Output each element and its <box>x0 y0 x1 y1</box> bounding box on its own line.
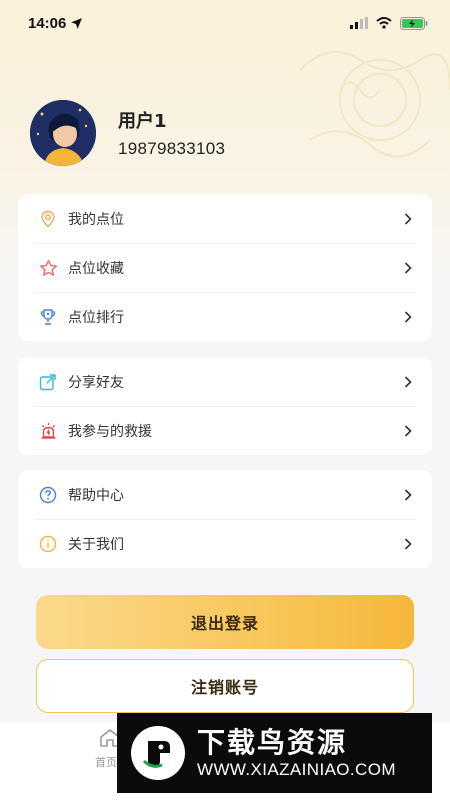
share-icon <box>38 372 58 392</box>
menu-item-my-points[interactable]: 我的点位 <box>18 194 432 243</box>
status-time-text: 14:06 <box>28 14 67 32</box>
chevron-right-icon <box>404 261 414 275</box>
watermark-logo-icon <box>131 726 185 780</box>
menu-item-label: 帮助中心 <box>68 487 124 504</box>
alarm-siren-icon <box>38 421 58 441</box>
user-phone: 19879833103 <box>118 139 226 158</box>
chevron-right-icon <box>404 212 414 226</box>
menu-item-point-favorites[interactable]: 点位收藏 <box>18 243 432 292</box>
tab-home-label: 首页 <box>95 756 117 769</box>
menu-item-help-center[interactable]: 帮助中心 <box>18 470 432 519</box>
avatar[interactable] <box>30 100 96 166</box>
star-icon <box>38 258 58 278</box>
cancel-account-button[interactable]: 注销账号 <box>36 659 414 713</box>
chevron-right-icon <box>404 537 414 551</box>
help-circle-icon <box>38 485 58 505</box>
menu-item-label: 点位收藏 <box>68 260 124 277</box>
watermark-url: WWW.XIAZAINIAO.COM <box>197 760 396 779</box>
menu-item-label: 关于我们 <box>68 536 124 553</box>
menu-item-label: 我的点位 <box>68 211 124 228</box>
chevron-right-icon <box>404 424 414 438</box>
menu-item-point-ranking[interactable]: 点位排行 <box>18 292 432 341</box>
menu-card-social: 分享好友 我参与的救援 <box>18 357 432 455</box>
status-time: 14:06 <box>28 15 83 32</box>
menu-item-label: 我参与的救援 <box>68 423 152 440</box>
watermark-banner: 下载鸟资源 WWW.XIAZAINIAO.COM <box>117 713 432 793</box>
chevron-right-icon <box>404 375 414 389</box>
menu-card-support: 帮助中心 关于我们 <box>18 470 432 568</box>
menu-item-share-friends[interactable]: 分享好友 <box>18 357 432 406</box>
status-bar: 14:06 <box>0 0 450 46</box>
chevron-right-icon <box>404 488 414 502</box>
location-pin-icon <box>38 209 58 229</box>
avatar-image <box>30 100 96 166</box>
battery-charging-icon <box>400 16 428 30</box>
menu-card-points: 我的点位 点位收藏 点位排行 <box>18 194 432 341</box>
menu-item-label: 分享好友 <box>68 374 124 391</box>
user-name: 用户1 <box>118 111 167 132</box>
menu-item-my-rescues[interactable]: 我参与的救援 <box>18 406 432 455</box>
wifi-icon <box>376 17 392 29</box>
dragon-pattern-decoration <box>299 51 450 158</box>
info-circle-icon <box>38 534 58 554</box>
menu-item-label: 点位排行 <box>68 309 124 326</box>
user-profile[interactable]: 用户1 19879833103 <box>30 100 225 166</box>
watermark-title: 下载鸟资源 <box>197 726 348 759</box>
trophy-icon <box>38 307 58 327</box>
chevron-right-icon <box>404 310 414 324</box>
watermark-text: 下载鸟资源 WWW.XIAZAINIAO.COM <box>197 726 396 780</box>
logout-button[interactable]: 退出登录 <box>36 595 414 649</box>
cellular-signal-icon <box>350 17 368 29</box>
user-info: 用户1 19879833103 <box>118 107 225 159</box>
location-arrow-icon <box>71 17 83 29</box>
menu-item-about-us[interactable]: 关于我们 <box>18 519 432 568</box>
